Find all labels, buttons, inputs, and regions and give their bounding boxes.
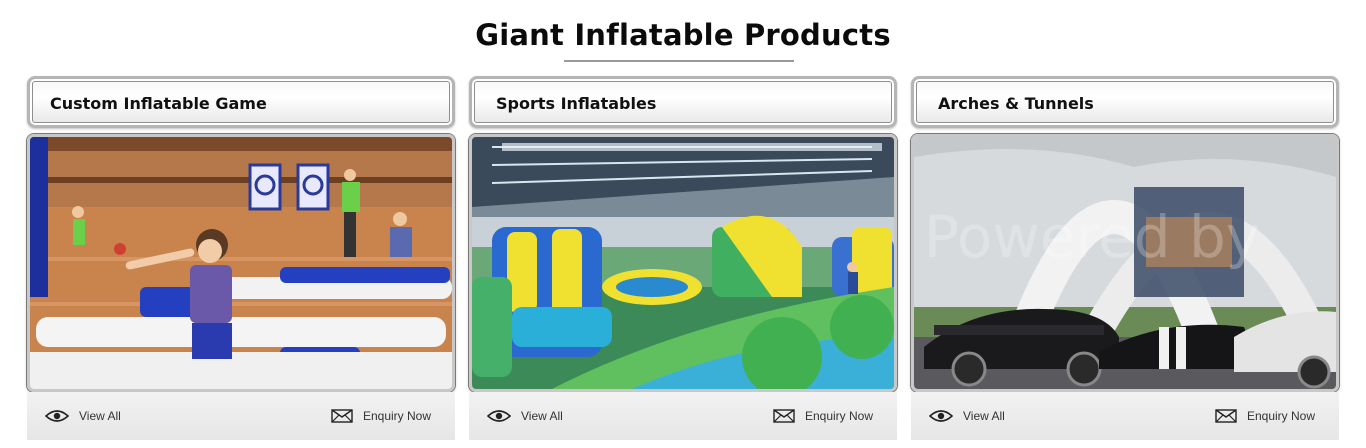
view-all-link[interactable]: View All: [487, 409, 563, 423]
product-card-sports-inflatables: Sports Inflatables View All Enquiry Now: [469, 76, 897, 440]
inflatable-arch-photo: Powered by: [914, 137, 1336, 389]
watermark-text: Powered by: [924, 203, 1260, 271]
eye-icon: [487, 410, 511, 422]
enquiry-now-label[interactable]: Enquiry Now: [805, 409, 873, 423]
view-all-link[interactable]: View All: [929, 409, 1005, 423]
enquiry-now-link[interactable]: Enquiry Now: [1215, 409, 1315, 423]
enquiry-now-link[interactable]: Enquiry Now: [331, 409, 431, 423]
envelope-icon: [331, 409, 353, 423]
card-title[interactable]: Sports Inflatables: [496, 94, 656, 113]
card-footer: View All Enquiry Now: [911, 392, 1339, 440]
eye-icon: [929, 410, 953, 422]
card-header[interactable]: Arches & Tunnels: [911, 76, 1339, 128]
title-underline: [564, 60, 794, 62]
card-header[interactable]: Sports Inflatables: [469, 76, 897, 128]
enquiry-now-label[interactable]: Enquiry Now: [1247, 409, 1315, 423]
view-all-label[interactable]: View All: [521, 409, 563, 423]
card-title[interactable]: Custom Inflatable Game: [50, 94, 267, 113]
eye-icon: [45, 410, 69, 422]
card-image[interactable]: Powered by: [911, 134, 1339, 392]
inflatable-park-photo: [472, 137, 894, 389]
card-footer: View All Enquiry Now: [469, 392, 897, 440]
card-footer: View All Enquiry Now: [27, 392, 455, 440]
envelope-icon: [773, 409, 795, 423]
gym-game-photo: [30, 137, 452, 389]
enquiry-now-label[interactable]: Enquiry Now: [363, 409, 431, 423]
card-image[interactable]: [469, 134, 897, 392]
view-all-link[interactable]: View All: [45, 409, 121, 423]
card-title[interactable]: Arches & Tunnels: [938, 94, 1094, 113]
view-all-label[interactable]: View All: [79, 409, 121, 423]
section-title: Giant Inflatable Products: [475, 18, 891, 52]
envelope-icon: [1215, 409, 1237, 423]
product-card-custom-inflatable-game: Custom Inflatable Game View All Enquiry …: [27, 76, 455, 440]
view-all-label[interactable]: View All: [963, 409, 1005, 423]
card-image[interactable]: [27, 134, 455, 392]
product-card-arches-tunnels: Arches & Tunnels Powered by View All Enq…: [911, 76, 1339, 440]
enquiry-now-link[interactable]: Enquiry Now: [773, 409, 873, 423]
card-header[interactable]: Custom Inflatable Game: [27, 76, 455, 128]
